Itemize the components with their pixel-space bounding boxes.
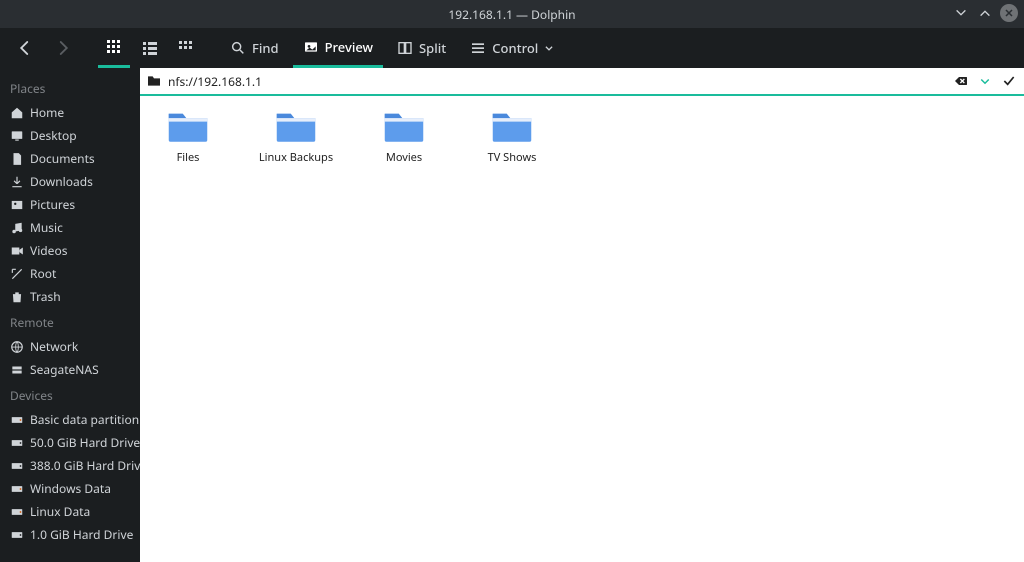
back-button[interactable] bbox=[8, 28, 42, 68]
folder-icon bbox=[383, 108, 425, 144]
main-panel: Files Linux Backups Movies TV Shows bbox=[140, 68, 1024, 562]
sidebar-item-network[interactable]: Network bbox=[0, 335, 140, 358]
sidebar-item-388gib[interactable]: 388.0 GiB Hard Drive bbox=[0, 454, 140, 477]
sidebar-item-documents[interactable]: Documents bbox=[0, 147, 140, 170]
sidebar-devices-header: Devices bbox=[0, 381, 140, 408]
folder-label: TV Shows bbox=[488, 150, 537, 165]
find-label: Find bbox=[252, 39, 279, 57]
file-view[interactable]: Files Linux Backups Movies TV Shows bbox=[140, 96, 1024, 562]
sidebar-item-desktop[interactable]: Desktop bbox=[0, 124, 140, 147]
find-button[interactable]: Find bbox=[220, 28, 289, 68]
view-icons-button[interactable] bbox=[98, 28, 130, 68]
address-confirm-button[interactable] bbox=[1000, 72, 1018, 90]
folder-label: Files bbox=[177, 150, 200, 165]
preview-button[interactable]: Preview bbox=[293, 28, 383, 68]
sidebar-remote-header: Remote bbox=[0, 308, 140, 335]
folder-icon bbox=[275, 108, 317, 144]
chevron-down-icon bbox=[544, 43, 554, 53]
sidebar-item-videos[interactable]: Videos bbox=[0, 239, 140, 262]
control-label: Control bbox=[492, 39, 538, 57]
split-label: Split bbox=[419, 39, 446, 57]
folder-icon bbox=[167, 108, 209, 144]
split-button[interactable]: Split bbox=[387, 28, 456, 68]
sidebar-item-downloads[interactable]: Downloads bbox=[0, 170, 140, 193]
maximize-button[interactable] bbox=[976, 4, 994, 22]
sidebar-item-trash[interactable]: Trash bbox=[0, 285, 140, 308]
clear-address-button[interactable] bbox=[952, 72, 970, 90]
address-input[interactable] bbox=[168, 73, 946, 90]
folder-icon bbox=[491, 108, 533, 144]
sidebar-item-1gib[interactable]: 1.0 GiB Hard Drive bbox=[0, 523, 140, 546]
sidebar-item-pictures[interactable]: Pictures bbox=[0, 193, 140, 216]
folder-item[interactable]: TV Shows bbox=[470, 108, 554, 165]
folder-item[interactable]: Linux Backups bbox=[254, 108, 338, 165]
toolbar: Find Preview Split Control bbox=[0, 28, 1024, 68]
sidebar-places-header: Places bbox=[0, 74, 140, 101]
folder-item[interactable]: Files bbox=[146, 108, 230, 165]
sidebar-item-windows-data[interactable]: Windows Data bbox=[0, 477, 140, 500]
sidebar-item-music[interactable]: Music bbox=[0, 216, 140, 239]
view-compact-button[interactable] bbox=[134, 28, 166, 68]
folder-label: Movies bbox=[386, 150, 422, 165]
folder-label: Linux Backups bbox=[259, 150, 333, 165]
window-controls: ✕ bbox=[952, 4, 1018, 22]
control-button[interactable]: Control bbox=[460, 28, 564, 68]
sidebar-item-seagatenas[interactable]: SeagateNAS bbox=[0, 358, 140, 381]
content: Places Home Desktop Documents Downloads … bbox=[0, 68, 1024, 562]
close-button[interactable]: ✕ bbox=[1000, 4, 1018, 22]
sidebar-item-root[interactable]: Root bbox=[0, 262, 140, 285]
window-title: 192.168.1.1 — Dolphin bbox=[448, 6, 575, 23]
address-bar bbox=[140, 68, 1024, 96]
sidebar: Places Home Desktop Documents Downloads … bbox=[0, 68, 140, 562]
address-dropdown-button[interactable] bbox=[976, 72, 994, 90]
minimize-button[interactable] bbox=[952, 4, 970, 22]
sidebar-item-basic-data[interactable]: Basic data partition bbox=[0, 408, 140, 431]
titlebar: 192.168.1.1 — Dolphin ✕ bbox=[0, 0, 1024, 28]
preview-label: Preview bbox=[325, 38, 373, 56]
folder-icon bbox=[146, 73, 162, 89]
view-details-button[interactable] bbox=[170, 28, 202, 68]
sidebar-item-linux-data[interactable]: Linux Data bbox=[0, 500, 140, 523]
sidebar-item-50gib[interactable]: 50.0 GiB Hard Drive bbox=[0, 431, 140, 454]
folder-item[interactable]: Movies bbox=[362, 108, 446, 165]
sidebar-item-home[interactable]: Home bbox=[0, 101, 140, 124]
forward-button[interactable] bbox=[46, 28, 80, 68]
